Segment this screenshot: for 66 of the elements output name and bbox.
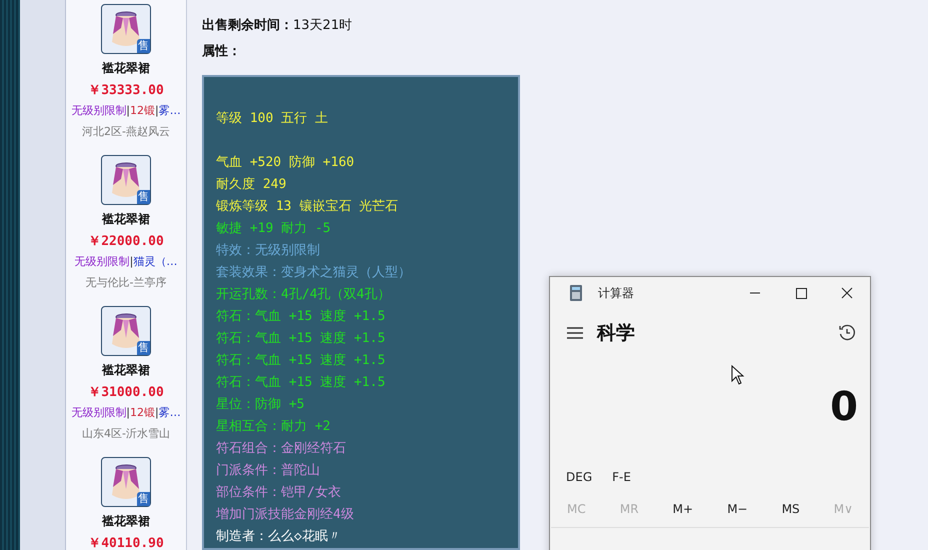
item-name[interactable]: 褴花翠裙 xyxy=(102,211,150,228)
attribute-line: 套装效果：变身术之猫灵（人型） xyxy=(216,264,412,282)
tag-separator: | xyxy=(126,104,130,117)
attribute-line: 等级 100 五行 土 xyxy=(216,110,329,128)
item-name[interactable]: 褴花翠裙 xyxy=(102,60,150,77)
sale-badge: 售 xyxy=(137,39,150,53)
item-tag: 12锻 xyxy=(130,406,155,419)
item-price: ￥31000.00 xyxy=(88,384,164,401)
angle-button[interactable]: F-E xyxy=(612,463,631,491)
item-price: ￥22000.00 xyxy=(88,233,164,250)
sale-badge: 售 xyxy=(137,190,150,204)
item-name[interactable]: 褴花翠裙 xyxy=(102,513,150,530)
calculator-icon xyxy=(570,285,582,301)
attribute-line: 符石：气血 +15 速度 +1.5 xyxy=(216,352,386,370)
server-name: 山东4区-沂水雪山 xyxy=(82,426,170,441)
attribute-line: 制造者：么么◇花眠〃 xyxy=(216,528,342,546)
menu-icon[interactable] xyxy=(567,327,583,339)
item-tag: 无级别限制 xyxy=(74,255,130,268)
attribute-line: 特效：无级别限制 xyxy=(216,242,321,260)
item-price: ￥33333.00 xyxy=(88,82,164,99)
memory-button[interactable]: MS xyxy=(778,502,804,516)
server-name: 无与伦比-兰亭序 xyxy=(86,275,166,290)
tag-separator: | xyxy=(126,406,130,419)
server-name: 河北2区-燕赵风云 xyxy=(82,124,170,139)
detail-label: 属性： xyxy=(202,44,241,59)
item-tag: 雾… xyxy=(158,406,181,419)
window-title: 计算器 xyxy=(598,284,634,302)
detail-value: 13天21时 xyxy=(293,18,352,33)
item-icon-frame[interactable]: 售 xyxy=(101,155,151,205)
tag-separator: | xyxy=(130,255,134,268)
item-tag: 雾… xyxy=(158,104,181,117)
item-icon-frame[interactable]: 售 xyxy=(101,4,151,54)
attribute-line: 门派条件：普陀山 xyxy=(216,462,321,480)
cursor-icon xyxy=(731,365,745,385)
tag-separator: | xyxy=(155,104,159,117)
item-icon-frame[interactable]: 售 xyxy=(101,457,151,507)
attribute-line: 符石：气血 +15 速度 +1.5 xyxy=(216,330,386,348)
attribute-line: 气血 +520 防御 +160 xyxy=(216,154,356,172)
attribute-line: 星位：防御 +5 xyxy=(216,396,306,414)
attribute-line: 锻炼等级 13 镶嵌宝石 光芒石 xyxy=(216,198,400,216)
sale-badge: 售 xyxy=(137,341,150,355)
attribute-line: 符石：气血 +15 速度 +1.5 xyxy=(216,374,386,392)
attribute-line: 增加门派技能金刚经4级 xyxy=(216,506,355,524)
attribute-line: 星相互合：耐力 +2 xyxy=(216,418,332,436)
sale-badge: 售 xyxy=(137,492,150,506)
display-value: 0 xyxy=(830,384,858,430)
mode-title: 科学 xyxy=(597,321,635,346)
attribute-line: 开运孔数：4孔/4孔（双4孔） xyxy=(216,286,392,304)
item-tag: 无级别限制 xyxy=(71,406,126,419)
attribute-line: 符石组合：金刚经符石 xyxy=(216,440,347,458)
item-tag: 无级别限制 xyxy=(71,104,126,117)
attribute-line: 耐久度 249 xyxy=(216,176,288,194)
attribute-line: 部位条件：铠甲/女衣 xyxy=(216,484,342,502)
attribute-line: 敏捷 +19 耐力 -5 xyxy=(216,220,332,238)
history-icon[interactable] xyxy=(838,324,856,342)
detail-label: 出售剩余时间： xyxy=(202,18,293,33)
attribute-line: 符石：气血 +15 速度 +1.5 xyxy=(216,308,386,326)
tag-separator: | xyxy=(155,406,159,419)
memory-button[interactable]: M+ xyxy=(668,502,698,516)
item-tag: 12锻 xyxy=(130,104,155,117)
item-icon-frame[interactable]: 售 xyxy=(101,306,151,356)
memory-button[interactable]: M− xyxy=(723,502,752,516)
angle-button[interactable]: DEG xyxy=(566,463,592,491)
item-name[interactable]: 褴花翠裙 xyxy=(102,362,150,379)
item-tag: 猫灵（… xyxy=(133,255,178,268)
item-price: ￥40110.90 xyxy=(88,535,164,550)
